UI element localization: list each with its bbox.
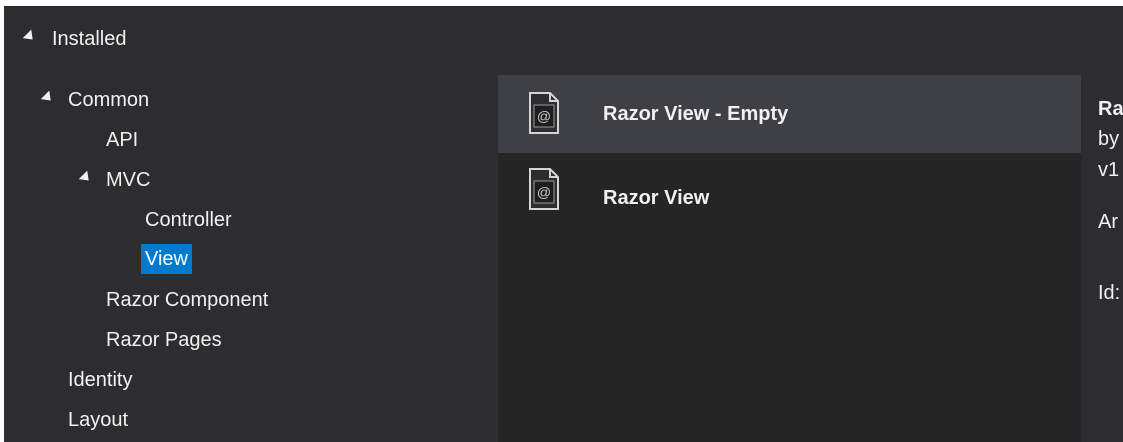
tree-node-label: Razor Pages <box>106 329 222 351</box>
tree-node-label: Identity <box>68 369 133 391</box>
tree-node-label: MVC <box>106 169 151 191</box>
tree-node-label: Razor Component <box>106 289 269 311</box>
tree-node-label: Common <box>68 89 150 111</box>
tree-node-label: Layout <box>68 409 129 431</box>
details-author: by <box>1098 128 1120 150</box>
template-item-title: Razor View <box>603 187 710 209</box>
details-name: Ra <box>1098 98 1123 120</box>
razor-file-icon: @ <box>529 168 559 210</box>
svg-text:@: @ <box>537 184 551 200</box>
tree-node-label: Installed <box>52 28 127 50</box>
add-new-item-dialog: Installed Common API MVC Controller View… <box>4 6 1123 442</box>
template-item-razor-view[interactable]: @ Razor View <box>498 153 1081 229</box>
tree-node-label: API <box>106 129 139 151</box>
details-description: Ar <box>1098 211 1118 233</box>
expanded-triangle-icon[interactable] <box>78 163 93 197</box>
expanded-triangle-icon[interactable] <box>40 83 55 117</box>
svg-text:@: @ <box>537 108 551 124</box>
template-item-razor-view-empty[interactable]: @ Razor View - Empty <box>498 77 1081 153</box>
tree-node-label: Controller <box>145 209 232 231</box>
template-item-title: Razor View - Empty <box>603 103 789 125</box>
tree-node-label-selected: View <box>141 244 192 274</box>
expanded-triangle-icon[interactable] <box>22 22 37 56</box>
screenshot-frame: Installed Common API MVC Controller View… <box>0 0 1123 442</box>
razor-file-icon: @ <box>529 92 559 134</box>
template-list[interactable]: @ Razor View - Empty @ Razor View <box>498 75 1081 442</box>
details-id: Id: <box>1098 282 1121 304</box>
details-version: v1 <box>1098 159 1120 181</box>
